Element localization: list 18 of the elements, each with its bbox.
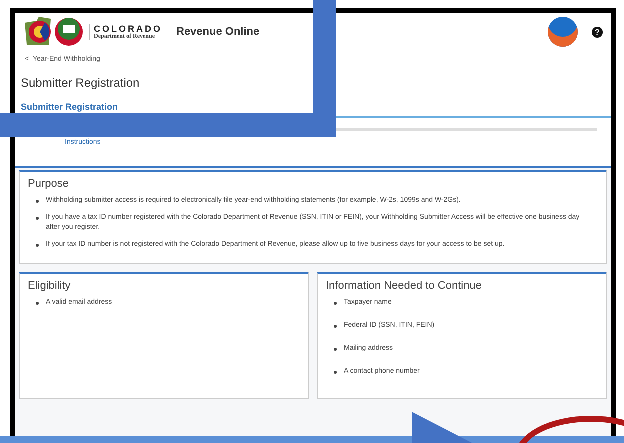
avatar-icon[interactable] [548, 17, 578, 47]
bullet-icon [334, 302, 337, 305]
bullet-icon [36, 200, 39, 203]
help-button[interactable]: ? [592, 26, 603, 38]
page-title: Submitter Registration [20, 75, 141, 90]
brand-title: COLORADO [94, 24, 162, 34]
card-title: Information Needed to Continue [326, 280, 483, 292]
bullet-icon [334, 325, 337, 328]
app-name: Revenue Online [176, 26, 260, 38]
tab[interactable]: Submitter Registration [21, 102, 118, 116]
bullet-icon [36, 217, 39, 220]
card-title: Eligibility [28, 280, 72, 292]
bullet-icon [334, 371, 337, 374]
bullet-icon [334, 348, 337, 351]
card-title: Purpose [28, 178, 70, 190]
bullet-icon [36, 244, 39, 247]
bullet-icon [36, 302, 39, 305]
colorado-logo-icon [23, 15, 85, 49]
